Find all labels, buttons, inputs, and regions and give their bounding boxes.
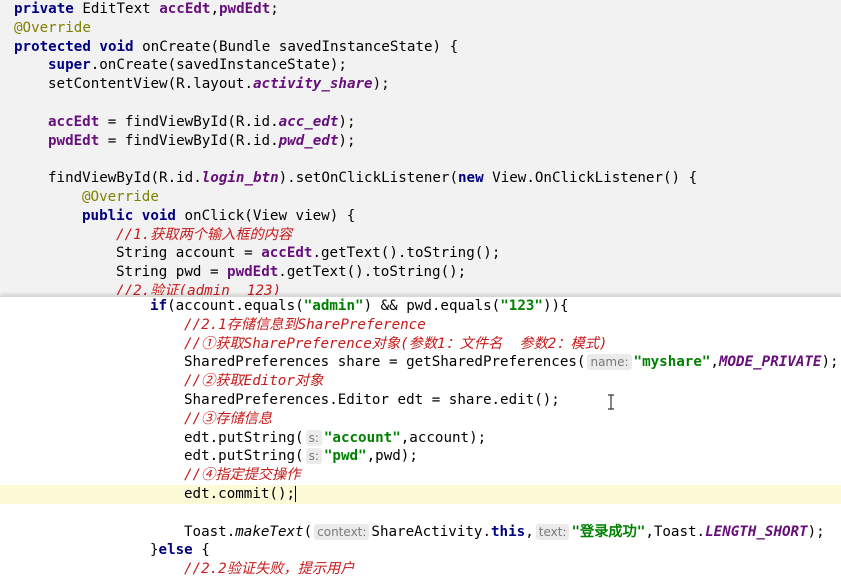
code-line[interactable]: //③存储信息 [0,410,841,429]
parameter-hint: name: [587,354,632,371]
code-line[interactable]: String pwd = pwdEdt.getText().toString()… [0,263,841,282]
code-line[interactable]: @Override [0,19,841,38]
code-line[interactable]: SharedPreferences.Editor edt = share.edi… [0,391,841,410]
parameter-hint: text: [535,523,570,540]
code-line[interactable]: //④指定提交操作 [0,466,841,485]
code-line[interactable]: protected void onCreate(Bundle savedInst… [0,38,841,57]
parameter-hint: s: [305,429,322,446]
code-line[interactable]: }else { [0,541,841,560]
code-line-current[interactable]: edt.commit(); [0,485,841,504]
code-line[interactable]: SharedPreferences share = getSharedPrefe… [0,353,841,372]
code-line[interactable]: private EditText accEdt,pwdEdt; [0,0,841,19]
code-line[interactable]: Toast.makeText(context: ShareActivity.thi… [0,523,841,542]
parameter-hint: s: [305,448,322,465]
ibeam-cursor-icon [608,394,614,410]
code-line[interactable]: String account = accEdt.getText().toStri… [0,244,841,263]
code-line[interactable]: edt.putString(s: "account",account); [0,429,841,448]
parameter-hint: context: [314,523,370,540]
code-line[interactable]: if(account.equals("admin") && pwd.equals… [0,297,841,316]
code-line[interactable]: //1.获取两个输入框的内容 [0,226,841,245]
editor-panel-inner[interactable]: if(account.equals("admin") && pwd.equals… [0,296,841,581]
code-line[interactable]: public void onClick(View view) { [0,207,841,226]
code-line[interactable]: pwdEdt = findViewById(R.id.pwd_edt); [0,132,841,151]
editor-panel-outer[interactable]: private EditText accEdt,pwdEdt; @Overrid… [0,0,841,295]
text-caret [295,486,297,502]
code-line[interactable]: //①获取SharePreference对象(参数1：文件名 参数2：模式) [0,335,841,354]
code-line[interactable]: edt.putString(s: "pwd",pwd); [0,447,841,466]
code-line[interactable]: //②获取Editor对象 [0,372,841,391]
code-line[interactable]: //2.2验证失败，提示用户 [0,560,841,579]
code-line[interactable]: findViewById(R.id.login_btn).setOnClickL… [0,169,841,188]
code-line[interactable]: accEdt = findViewById(R.id.acc_edt); [0,113,841,132]
code-line[interactable]: super.onCreate(savedInstanceState); [0,56,841,75]
code-line[interactable]: //2.1存储信息到SharePreference [0,316,841,335]
code-line[interactable]: @Override [0,188,841,207]
code-line[interactable]: setContentView(R.layout.activity_share); [0,75,841,94]
code-line[interactable]: //2.验证(admin 123) [0,282,841,295]
